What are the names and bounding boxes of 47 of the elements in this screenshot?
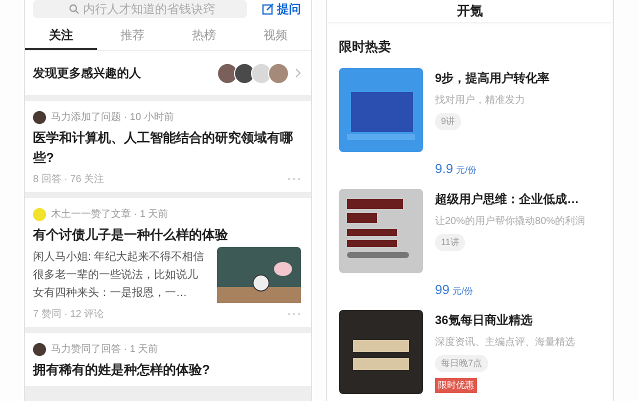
activity-meta: 马力添加了问题 · 10 小时前 bbox=[51, 110, 174, 124]
avatar bbox=[268, 62, 289, 84]
avatar bbox=[33, 342, 46, 356]
avatar bbox=[33, 208, 46, 220]
feed-card[interactable]: 木土一一赞了文章 · 1 天前 有个讨债儿子是一种什么样的体验 闲人马小姐: 年纪大起来不得不相信很多老一辈的一些说法，比如说儿女有四种来头：一是报恩，一… 7 赞同 · 12 评论 bbox=[25, 198, 311, 327]
lesson-tag: 9讲 bbox=[435, 113, 462, 130]
edit-icon bbox=[262, 3, 274, 15]
product-subtitle: 找对用户，精准发力 bbox=[435, 94, 525, 107]
ask-button[interactable]: 提问 bbox=[262, 0, 301, 18]
feed-card[interactable]: 马力赞同了回答 · 1 天前 拥有稀有的姓是种怎样的体验? bbox=[25, 333, 311, 386]
price-unit: 元/份 bbox=[452, 286, 473, 296]
avatar bbox=[217, 62, 238, 84]
lesson-tag: 11讲 bbox=[435, 234, 466, 251]
search-icon bbox=[69, 4, 79, 14]
lesson-tag: 每日晚7点 bbox=[435, 355, 488, 372]
article-excerpt: 闲人马小姐: 年纪大起来不得不相信很多老一辈的一些说法，比如说儿女有四种来头：一是报恩，一… bbox=[33, 250, 206, 301]
discover-label: 发现更多感兴趣的人 bbox=[33, 64, 142, 82]
screen-title: 开氪 bbox=[327, 0, 613, 22]
product-title: 36氪每日商业精选 bbox=[435, 312, 532, 329]
product-item[interactable]: 9步，提高用户转化率 找对用户，精准发力 9讲 9.9 元/份 bbox=[327, 68, 613, 189]
feed-card[interactable]: 马力添加了问题 · 10 小时前 医学和计算机、人工智能结合的研究领域有哪些? 8 回答 · 76 关注 bbox=[25, 101, 311, 192]
avatar bbox=[234, 62, 255, 84]
question-title: 有个讨债儿子是一种什么样的体验 bbox=[33, 226, 229, 244]
more-icon bbox=[287, 177, 301, 181]
price: 9.9 bbox=[435, 161, 454, 176]
product-title: 9步，提高用户转化率 bbox=[435, 70, 550, 87]
price: 99 bbox=[435, 282, 450, 297]
activity-meta: 马力赞同了回答 · 1 天前 bbox=[51, 342, 158, 356]
question-title: 拥有稀有的姓是种怎样的体验? bbox=[33, 361, 211, 379]
activity-meta: 木土一一赞了文章 · 1 天前 bbox=[51, 208, 168, 221]
card-stats: 7 赞同 · 12 评论 bbox=[33, 308, 104, 321]
chevron-right-icon bbox=[295, 68, 301, 78]
price-unit: 元/份 bbox=[456, 165, 477, 175]
question-title: 医学和计算机、人工智能结合的研究领域有哪些? bbox=[33, 129, 294, 167]
discover-row[interactable]: 发现更多感兴趣的人 bbox=[25, 51, 311, 95]
search-field[interactable]: 内行人才知道的省钱诀窍 bbox=[33, 0, 247, 18]
card-stats: 8 回答 · 76 关注 bbox=[33, 172, 104, 186]
product-subtitle: 让20%的用户帮你撬动80%的利润 bbox=[435, 214, 586, 228]
avatar bbox=[251, 62, 272, 84]
section-title: 限时热卖 bbox=[338, 38, 392, 56]
more-icon bbox=[287, 312, 301, 316]
product-subtitle: 深度资讯、主编点评、海量精选 bbox=[435, 336, 575, 349]
product-title: 超级用户思维：企业低成… bbox=[435, 191, 579, 208]
discount-badge: 限时优惠 bbox=[435, 378, 477, 393]
product-item[interactable]: 超级用户思维：企业低成… 让20%的用户帮你撬动80%的利润 11讲 99 元/份 bbox=[327, 189, 613, 310]
product-item[interactable]: 36氪每日商业精选 深度资讯、主编点评、海量精选 每日晚7点 限时优惠 bbox=[327, 310, 613, 401]
avatar bbox=[33, 110, 46, 124]
